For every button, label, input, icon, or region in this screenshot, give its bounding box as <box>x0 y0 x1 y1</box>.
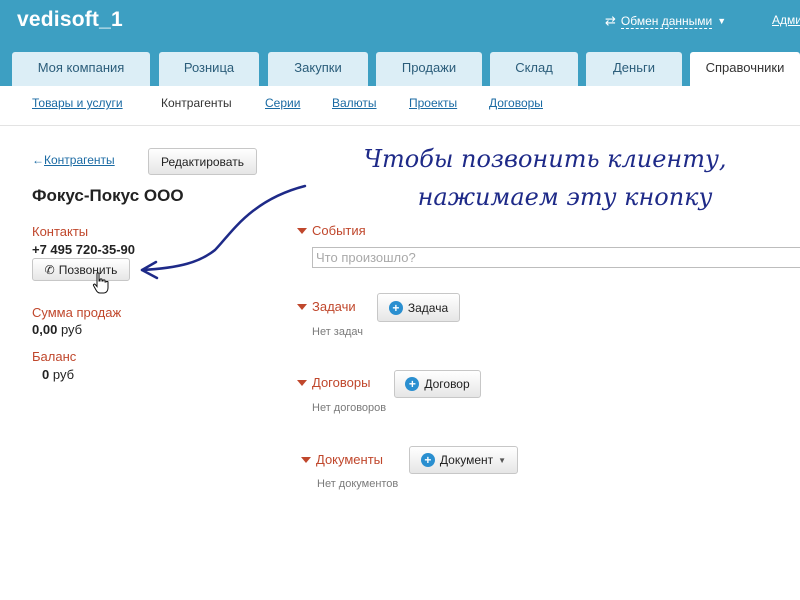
annotation-arrow <box>140 184 307 280</box>
